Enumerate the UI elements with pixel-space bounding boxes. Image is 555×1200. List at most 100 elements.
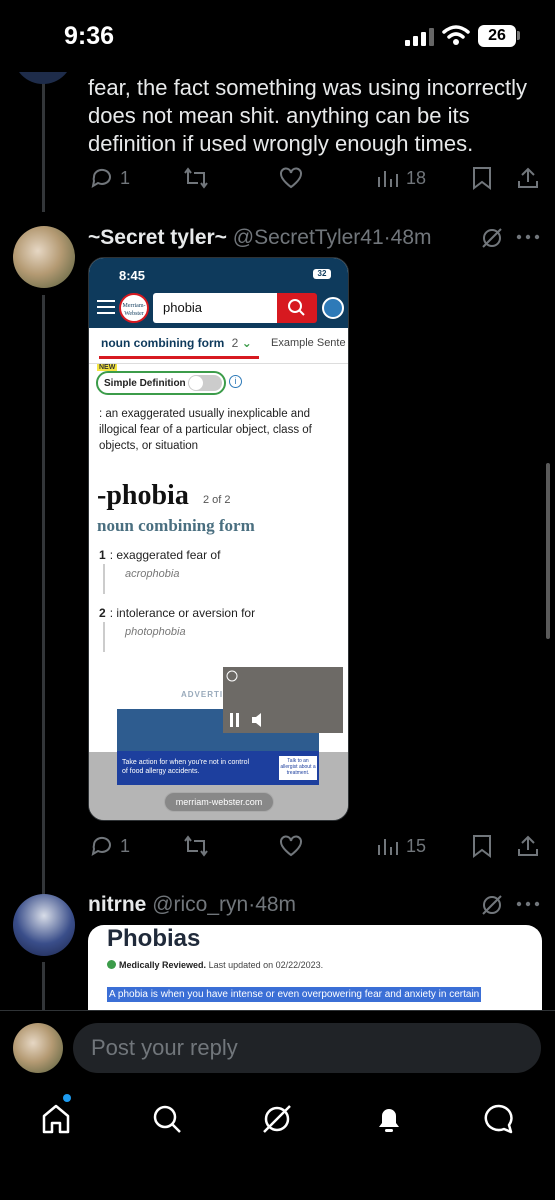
embed-ad-button: Talk to an allergist about a treatment. (279, 756, 317, 780)
embed-tab-other: Example Sente (271, 337, 346, 349)
embed-example-2: photophobia (125, 626, 186, 638)
embed-tab-underline (99, 356, 259, 359)
reply-button[interactable]: 1 (90, 166, 130, 190)
heart-icon (280, 167, 302, 189)
share-button[interactable] (516, 166, 540, 190)
tweet-header: ~Secret tyler~ @SecretTyler41·48m (88, 226, 432, 250)
timestamp[interactable]: 48m (255, 893, 296, 916)
thread-line (42, 72, 45, 212)
embed-video (223, 667, 343, 733)
reply-composer: Post your reply (0, 1010, 555, 1090)
info-icon: i (229, 375, 242, 388)
home-icon[interactable] (39, 1102, 73, 1136)
close-icon (226, 670, 238, 682)
views-count: 15 (406, 835, 427, 856)
games-icon (322, 297, 344, 319)
timestamp[interactable]: 48m (391, 226, 432, 249)
views-count: 18 (406, 167, 427, 188)
embed-definition: : an exaggerated usually inexplicable an… (99, 408, 312, 452)
grok-icon[interactable] (260, 1102, 294, 1136)
reply-icon (91, 836, 111, 857)
views-button[interactable]: 18 (376, 166, 426, 190)
views-button[interactable]: 15 (376, 834, 426, 858)
embed-search-button (277, 293, 317, 323)
analytics-icon (378, 171, 398, 187)
embed-headword: -phobia (97, 480, 189, 511)
more-icon[interactable] (516, 900, 540, 908)
bookmark-icon (473, 167, 491, 190)
bookmark-button[interactable] (471, 834, 493, 858)
like-button[interactable] (278, 834, 304, 858)
new-badge: NEW (97, 364, 118, 371)
messages-icon[interactable] (482, 1102, 516, 1136)
repost-icon (184, 835, 208, 857)
reply-count: 1 (120, 167, 131, 188)
embed-title: Phobias (107, 925, 201, 952)
notification-dot (63, 1094, 71, 1102)
merriam-webster-logo: Merriam-Webster (119, 293, 149, 323)
tweet-header: nitrne @rico_ryn·48m (88, 893, 296, 917)
search-icon (288, 299, 305, 316)
separator: · (383, 226, 391, 249)
repost-button[interactable] (183, 834, 209, 858)
bottom-tab-bar (0, 1090, 555, 1200)
embedded-screenshot[interactable]: 8:45 32 Merriam-Webster phobia noun comb… (88, 257, 349, 821)
repost-button[interactable] (183, 166, 209, 190)
notifications-icon[interactable] (372, 1102, 406, 1136)
bookmark-button[interactable] (471, 166, 493, 190)
status-time: 9:36 (64, 22, 115, 50)
embed-reviewed: Medically Reviewed. Last updated on 02/2… (107, 960, 323, 970)
embed-tabs: noun combining form 2 ⌄ Example Sente (89, 328, 348, 364)
embed-example-1: acrophobia (125, 568, 180, 580)
reply-count: 1 (120, 835, 131, 856)
check-icon (107, 960, 116, 969)
cellular-signal-icon (405, 28, 434, 46)
embed-url: merriam-webster.com (164, 792, 274, 812)
avatar[interactable] (13, 894, 75, 956)
embed-ad-text: Take action for when you're not in contr… (122, 759, 250, 775)
battery-icon: 26 (478, 25, 516, 47)
repost-icon (184, 167, 208, 189)
tweet-text: fear, the fact something was using incor… (88, 75, 527, 156)
example-bar (103, 564, 105, 594)
wifi-icon (442, 25, 470, 45)
analytics-icon (378, 839, 398, 855)
user-handle[interactable]: @rico_ryn (152, 893, 248, 916)
share-button[interactable] (516, 834, 540, 858)
embed-search-field: phobia (153, 293, 277, 323)
embed-sense-1: 1: exaggerated fear of (99, 548, 221, 562)
display-name[interactable]: nitrne (88, 893, 146, 916)
heart-icon (280, 835, 302, 857)
embed-battery: 32 (313, 269, 331, 279)
tweet-actions: 1 15 (88, 834, 543, 864)
avatar[interactable] (13, 1023, 63, 1073)
search-icon[interactable] (150, 1102, 184, 1136)
bookmark-icon (473, 835, 491, 858)
tweet-actions: 1 18 (88, 166, 543, 196)
embed-sense-2: 2: intolerance or aversion for (99, 606, 256, 620)
embed-time: 8:45 (119, 268, 146, 283)
share-icon (518, 835, 538, 856)
embed-headword-count: 2 of 2 (203, 494, 231, 506)
reply-icon (91, 168, 111, 189)
more-icon[interactable] (516, 233, 540, 241)
toggle-switch (188, 375, 222, 391)
avatar[interactable] (13, 226, 75, 288)
thread-line (42, 295, 45, 895)
reply-button[interactable]: 1 (90, 834, 130, 858)
grok-icon[interactable] (480, 226, 504, 250)
embed-part-of-speech: noun combining form (97, 516, 255, 535)
user-handle[interactable]: @SecretTyler41 (233, 226, 384, 249)
embed-tab-active: noun combining form 2 ⌄ (101, 336, 252, 350)
share-icon (518, 167, 538, 188)
grok-icon[interactable] (480, 893, 504, 917)
mute-icon (252, 713, 261, 727)
display-name[interactable]: ~Secret tyler~ (88, 226, 227, 249)
menu-icon (97, 300, 115, 314)
pause-icon (230, 713, 239, 727)
like-button[interactable] (278, 166, 304, 190)
reply-input[interactable]: Post your reply (73, 1023, 541, 1073)
battery-tip (517, 31, 520, 40)
scrollbar[interactable] (546, 463, 550, 639)
simple-definition-toggle: Simple Definition (96, 371, 226, 395)
